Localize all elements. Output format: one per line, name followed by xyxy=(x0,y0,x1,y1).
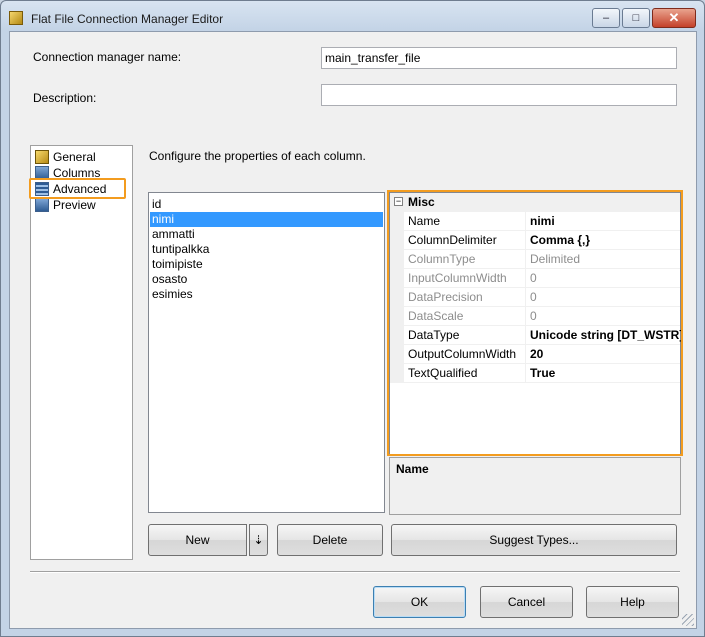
new-dropdown-button[interactable]: ⇣ xyxy=(249,524,268,556)
general-icon xyxy=(35,150,49,164)
property-name: InputColumnWidth xyxy=(408,271,507,285)
list-item[interactable]: id xyxy=(150,197,383,212)
property-gutter xyxy=(390,269,404,288)
dialog-window: Flat File Connection Manager Editor – □ … xyxy=(0,0,705,637)
dialog-client-area: Connection manager name: main_transfer_f… xyxy=(9,31,697,629)
property-name: DataType xyxy=(408,328,460,342)
page-navigation: General Columns Advanced Preview xyxy=(30,145,133,560)
collapse-icon[interactable]: − xyxy=(394,197,403,206)
nav-item-label: Preview xyxy=(53,198,96,212)
property-gutter xyxy=(390,288,404,307)
ok-button[interactable]: OK xyxy=(373,586,466,618)
property-name: ColumnDelimiter xyxy=(408,233,497,247)
property-name: OutputColumnWidth xyxy=(408,347,517,361)
property-separator xyxy=(525,250,526,269)
description-label: Description: xyxy=(33,91,97,105)
property-gutter xyxy=(390,326,404,345)
category-label: Misc xyxy=(408,195,435,209)
footer-separator xyxy=(30,571,680,573)
property-separator xyxy=(525,269,526,288)
resize-grip[interactable] xyxy=(682,614,694,626)
property-row[interactable]: InputColumnWidth 0 xyxy=(390,269,680,288)
description-title: Name xyxy=(396,462,429,476)
property-row[interactable]: ColumnType Delimited xyxy=(390,250,680,269)
property-name: Name xyxy=(408,214,441,228)
list-item[interactable]: tuntipalkka xyxy=(150,242,383,257)
property-description-panel: Name xyxy=(389,457,681,515)
property-grid: − Misc Name nimi ColumnDelimiter Comma {,} C… xyxy=(389,192,683,455)
property-gutter xyxy=(390,364,404,383)
app-icon xyxy=(9,11,23,25)
help-button[interactable]: Help xyxy=(586,586,679,618)
connection-name-label: Connection manager name: xyxy=(33,50,182,64)
suggest-types-button[interactable]: Suggest Types... xyxy=(391,524,677,556)
new-button[interactable]: New xyxy=(148,524,247,556)
property-gutter xyxy=(390,307,404,326)
property-row[interactable]: Name nimi xyxy=(390,212,680,231)
description-input[interactable] xyxy=(321,84,677,106)
property-value[interactable]: True xyxy=(530,364,555,382)
property-value: 0 xyxy=(530,290,537,304)
connection-name-input[interactable]: main_transfer_file xyxy=(321,47,677,69)
window-controls: – □ ✕ xyxy=(592,8,696,28)
property-name: DataPrecision xyxy=(408,290,483,304)
list-item[interactable]: toimipiste xyxy=(150,257,383,272)
delete-button[interactable]: Delete xyxy=(277,524,383,556)
property-row[interactable]: OutputColumnWidth 20 xyxy=(390,345,680,364)
property-value: 0 xyxy=(530,309,537,323)
list-item[interactable]: ammatti xyxy=(150,227,383,242)
list-item-selected[interactable]: nimi xyxy=(150,212,383,227)
property-value[interactable]: 20 xyxy=(530,345,543,363)
instructions-text: Configure the properties of each column. xyxy=(149,149,366,163)
property-value: 0 xyxy=(530,271,537,285)
property-row[interactable]: DataType Unicode string [DT_WSTR] xyxy=(390,326,683,345)
property-row[interactable]: TextQualified True xyxy=(390,364,680,383)
columns-listbox[interactable]: id nimi ammatti tuntipalkka toimipiste o… xyxy=(148,192,385,513)
property-separator xyxy=(525,212,526,231)
property-value[interactable]: nimi xyxy=(530,212,555,230)
list-item[interactable]: osasto xyxy=(150,272,383,287)
property-separator xyxy=(525,326,526,345)
minimize-button[interactable]: – xyxy=(592,8,620,28)
property-name: DataScale xyxy=(408,309,464,323)
property-name: ColumnType xyxy=(408,252,476,266)
property-row[interactable]: DataScale 0 xyxy=(390,307,680,326)
property-gutter xyxy=(390,212,404,231)
property-separator xyxy=(525,307,526,326)
property-category: − Misc xyxy=(390,193,680,212)
title-bar[interactable]: Flat File Connection Manager Editor – □ … xyxy=(1,1,704,35)
property-value[interactable]: Comma {,} xyxy=(530,231,590,249)
property-separator xyxy=(525,231,526,250)
selected-nav-highlight xyxy=(29,178,126,199)
cancel-button[interactable]: Cancel xyxy=(480,586,573,618)
property-name: TextQualified xyxy=(408,366,478,380)
property-separator xyxy=(525,345,526,364)
property-gutter xyxy=(390,250,404,269)
nav-item-general[interactable]: General xyxy=(35,149,96,165)
property-gutter xyxy=(390,231,404,250)
property-separator xyxy=(525,364,526,383)
maximize-button[interactable]: □ xyxy=(622,8,650,28)
property-gutter xyxy=(390,345,404,364)
property-separator xyxy=(525,288,526,307)
window-title: Flat File Connection Manager Editor xyxy=(31,12,224,26)
preview-icon xyxy=(35,198,49,212)
nav-item-label: General xyxy=(53,150,96,164)
property-row[interactable]: DataPrecision 0 xyxy=(390,288,680,307)
list-item[interactable]: esimies xyxy=(150,287,383,302)
nav-item-preview[interactable]: Preview xyxy=(35,197,96,213)
property-value[interactable]: Unicode string [DT_WSTR] xyxy=(530,326,683,344)
property-value: Delimited xyxy=(530,252,581,266)
close-button[interactable]: ✕ xyxy=(652,8,696,28)
property-row[interactable]: ColumnDelimiter Comma {,} xyxy=(390,231,680,250)
